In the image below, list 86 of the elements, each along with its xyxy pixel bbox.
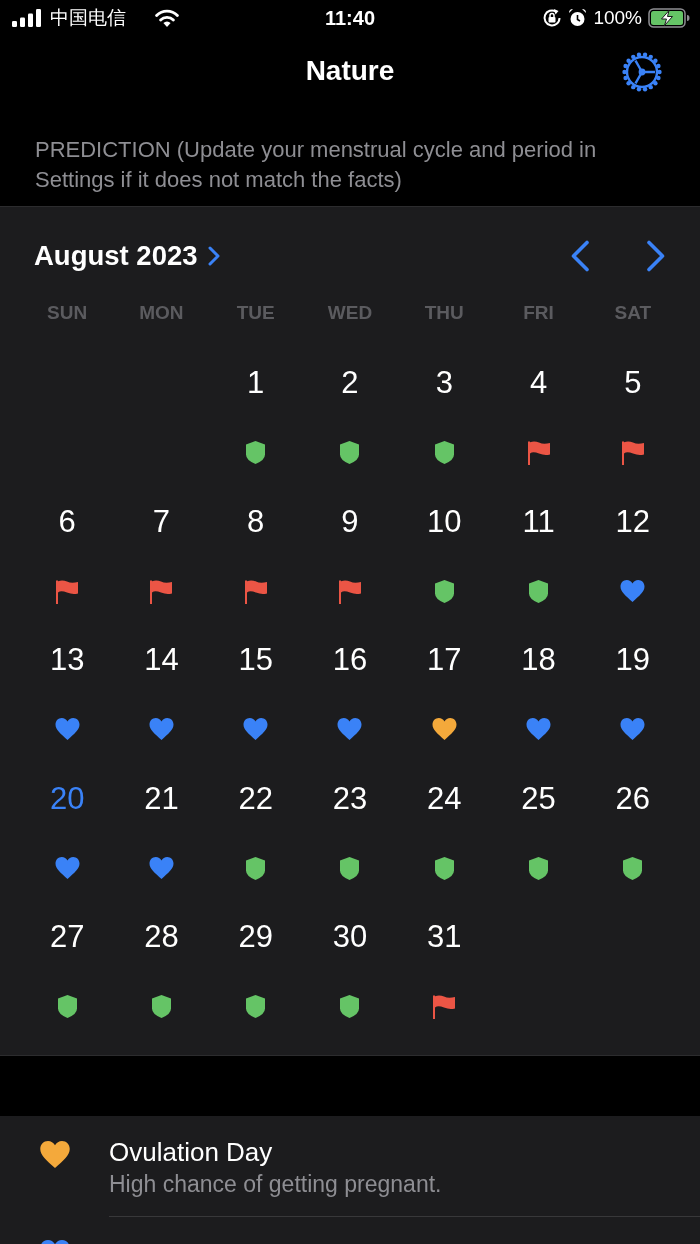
heart-icon	[54, 856, 80, 879]
weekday-label: WED	[326, 302, 374, 324]
weekday-label: TUE	[235, 302, 276, 324]
day-number[interactable]: 30	[332, 917, 368, 957]
shield-icon	[246, 856, 266, 880]
alarm-clock-icon	[568, 8, 588, 28]
shield-icon	[246, 441, 266, 464]
day-number[interactable]: 6	[58, 501, 76, 542]
battery-percent: 100%	[593, 7, 642, 29]
heart-icon	[620, 718, 646, 740]
shield-icon	[434, 579, 454, 603]
shield-icon	[529, 856, 549, 880]
day-number[interactable]: 9	[341, 501, 359, 542]
carrier-name: 中国电信	[50, 6, 126, 30]
day-number[interactable]: 31	[427, 917, 462, 957]
day-number[interactable]: 10	[427, 501, 462, 542]
day-number[interactable]: 18	[521, 640, 556, 680]
heart-icon	[148, 856, 174, 879]
day-number[interactable]: 25	[521, 778, 556, 819]
day-number[interactable]: 7	[152, 501, 171, 542]
flag-icon	[150, 579, 173, 604]
wifi-icon	[155, 9, 179, 27]
shield-icon	[57, 995, 77, 1018]
day-number[interactable]: 3	[435, 363, 453, 403]
heart-icon	[148, 718, 174, 740]
day-number[interactable]: 16	[332, 640, 368, 680]
legend-description: High chance of getting pregnant.	[109, 1169, 443, 1199]
shield-icon	[529, 579, 549, 603]
status-time: 11:40	[324, 6, 376, 29]
day-number[interactable]: 22	[238, 778, 273, 819]
shield-icon	[340, 856, 360, 880]
flag-icon	[527, 441, 550, 465]
day-number[interactable]: 8	[247, 501, 265, 542]
day-number[interactable]: 2	[341, 363, 359, 403]
chevron-right-icon	[207, 246, 220, 266]
day-number[interactable]: 26	[615, 778, 651, 819]
shield-icon	[434, 441, 454, 464]
weekday-label: SAT	[613, 302, 653, 324]
day-number[interactable]: 28	[144, 917, 179, 957]
shield-icon	[151, 995, 171, 1018]
flag-icon	[244, 579, 267, 604]
weekday-label: MON	[138, 302, 185, 324]
flag-icon	[339, 579, 361, 604]
day-number[interactable]: 15	[238, 640, 273, 680]
flag-icon	[621, 441, 644, 465]
previous-month-icon[interactable]	[570, 240, 590, 272]
day-number[interactable]: 27	[49, 917, 85, 957]
weekday-label: SUN	[46, 302, 89, 324]
day-number[interactable]: 11	[522, 501, 555, 542]
day-number[interactable]: 20	[49, 778, 85, 819]
heart-icon	[620, 579, 646, 602]
weekday-label: FRI	[522, 302, 555, 324]
orientation-lock-icon	[542, 8, 563, 28]
shield-icon	[340, 995, 360, 1018]
shield-icon	[623, 856, 643, 880]
day-number[interactable]: 17	[427, 640, 462, 680]
legend-title: Ovulation Day	[109, 1135, 274, 1168]
day-number[interactable]: 29	[238, 917, 273, 957]
day-number[interactable]: 21	[144, 778, 179, 819]
screen-title: Nature	[305, 55, 395, 87]
next-month-icon[interactable]	[646, 240, 666, 272]
weekday-label: THU	[423, 302, 465, 324]
day-number[interactable]: 13	[49, 640, 85, 680]
heart-icon	[39, 1140, 70, 1168]
heart-icon	[243, 718, 269, 740]
shield-icon	[434, 856, 454, 880]
day-number[interactable]: 19	[615, 640, 651, 680]
day-number[interactable]: 24	[427, 778, 462, 819]
settings-icon[interactable]	[622, 52, 662, 92]
heart-icon	[54, 718, 80, 740]
day-number[interactable]: 5	[624, 363, 642, 403]
shield-icon	[340, 441, 360, 464]
flag-icon	[56, 579, 79, 604]
day-number[interactable]: 14	[144, 640, 179, 680]
heart-icon	[337, 718, 363, 740]
heart-icon	[526, 718, 552, 740]
signal-icon	[12, 9, 41, 27]
shield-icon	[246, 995, 266, 1018]
day-number[interactable]: 12	[615, 501, 651, 542]
month-picker-button[interactable]: August 2023	[20, 240, 220, 272]
day-number[interactable]: 4	[529, 363, 548, 403]
day-number[interactable]: 23	[332, 778, 368, 819]
heart-icon	[431, 718, 457, 740]
day-number[interactable]: 1	[247, 363, 265, 403]
flag-icon	[433, 995, 456, 1019]
battery-charging-icon	[648, 8, 690, 28]
